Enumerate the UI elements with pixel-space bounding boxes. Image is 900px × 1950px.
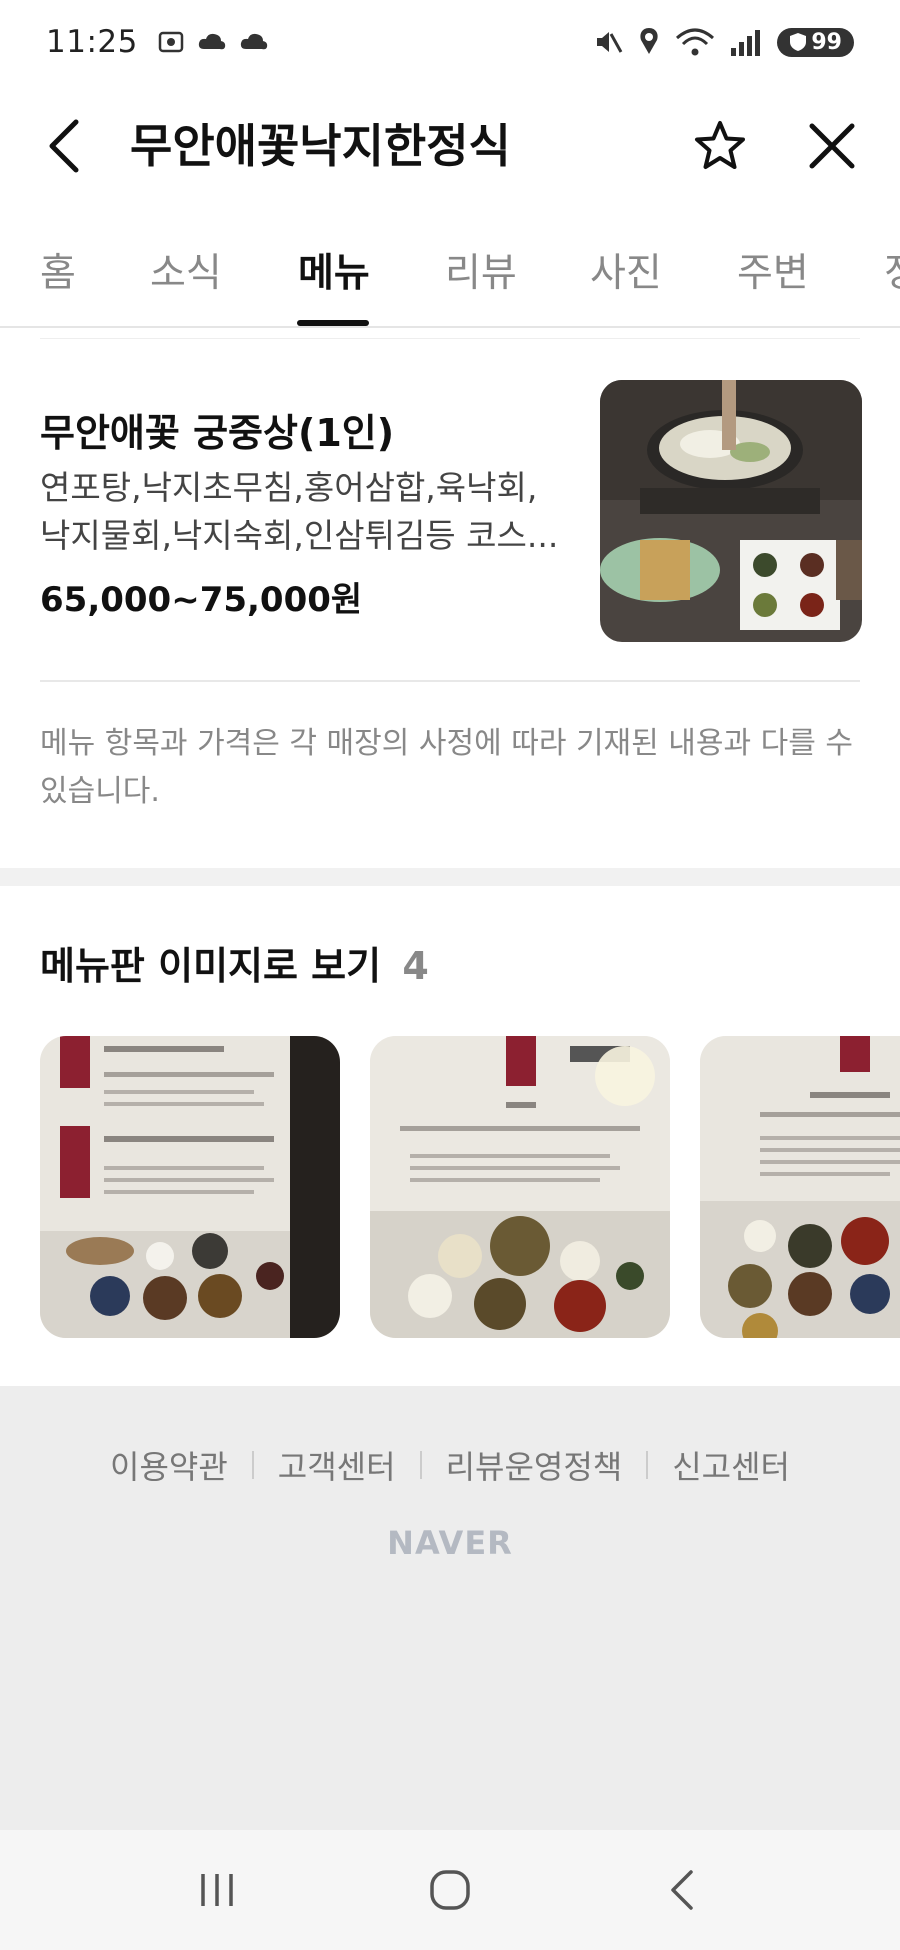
star-icon (695, 121, 745, 169)
signal-icon (731, 30, 761, 56)
weather-icon-2 (240, 33, 268, 50)
menu-board-photo (700, 1036, 900, 1338)
tab-news[interactable]: 소식 (150, 242, 222, 298)
battery-shield-icon (790, 33, 807, 51)
footer-link-terms[interactable]: 이용약관 (86, 1442, 252, 1488)
footer: 이용약관 고객센터 리뷰운영정책 신고센터 NAVER (0, 1386, 900, 1830)
tab-nearby[interactable]: 주변 (737, 242, 809, 298)
tab-home[interactable]: 홈 (40, 242, 76, 298)
menu-board-photo (40, 1036, 340, 1338)
menu-board-photo (370, 1036, 670, 1338)
section-separator (0, 868, 900, 886)
menu-board-count: 4 (402, 944, 429, 988)
divider (40, 680, 860, 682)
location-icon (640, 28, 658, 54)
chevron-left-icon (671, 1870, 694, 1910)
status-time: 11:25 (46, 24, 138, 60)
footer-links: 이용약관 고객센터 리뷰운영정책 신고센터 (0, 1442, 900, 1488)
favorite-button[interactable] (690, 116, 750, 176)
battery-level: 99 (811, 29, 842, 55)
menu-item-price: 65,000~75,000원 (40, 580, 363, 620)
menu-item[interactable]: 무안애꽃 궁중상(1인) 연포탕,낙지초무침,홍어삼합,육낙회,낙지물회,낙지숙… (40, 378, 862, 642)
status-right: 99 (591, 26, 854, 58)
battery-indicator: 99 (777, 27, 854, 57)
footer-link-customer-center[interactable]: 고객센터 (254, 1442, 420, 1488)
home-icon (430, 1870, 470, 1910)
mute-icon (597, 32, 623, 53)
status-notification-icons (156, 27, 270, 57)
chevron-left-icon (49, 119, 79, 173)
menu-item-description: 연포탕,낙지초무침,홍어삼합,육낙회,낙지물회,낙지숙회,인삼튀김등 코스... (40, 468, 559, 555)
menu-board-carousel[interactable] (40, 1036, 900, 1338)
tab-menu[interactable]: 메뉴 (298, 242, 370, 298)
naver-logo[interactable]: NAVER (0, 1524, 900, 1562)
food-photo-image (600, 380, 862, 642)
close-icon (809, 123, 855, 169)
menu-board-image[interactable] (700, 1036, 900, 1338)
status-left: 11:25 (46, 24, 270, 60)
footer-link-report-center[interactable]: 신고센터 (648, 1442, 814, 1488)
status-bar: 11:25 99 (0, 0, 900, 84)
menu-item-photo[interactable] (600, 380, 862, 642)
back-button[interactable] (36, 114, 92, 178)
price-notice: 메뉴 항목과 가격은 각 매장의 사정에 따라 기재된 내용과 다를 수 있습니… (40, 726, 853, 809)
recent-apps-icon (200, 1874, 233, 1906)
weather-icon (198, 33, 226, 50)
menu-board-image[interactable] (370, 1036, 670, 1338)
system-back-button[interactable] (643, 1850, 723, 1930)
active-tab-indicator (297, 320, 369, 326)
screenshot-icon (158, 31, 184, 53)
close-button[interactable] (802, 116, 862, 176)
menu-board-image[interactable] (40, 1036, 340, 1338)
tab-reviews[interactable]: 리뷰 (445, 242, 517, 298)
divider (40, 338, 860, 339)
recent-apps-button[interactable] (177, 1850, 257, 1930)
tab-info[interactable]: 정 (884, 242, 900, 298)
menu-item-name: 무안애꽃 궁중상(1인) (40, 411, 395, 455)
menu-board-heading: 메뉴판 이미지로 보기 (40, 944, 382, 988)
system-nav-bar (0, 1830, 900, 1950)
home-button[interactable] (410, 1850, 490, 1930)
tab-photos[interactable]: 사진 (590, 242, 662, 298)
footer-link-review-policy[interactable]: 리뷰운영정책 (422, 1442, 647, 1488)
app-header: 무안애꽃낙지한정식 (0, 84, 900, 208)
page-title: 무안애꽃낙지한정식 (130, 119, 511, 173)
menu-board-title: 메뉴판 이미지로 보기 4 (40, 935, 429, 990)
wifi-icon (676, 28, 715, 56)
tab-bar: 홈 소식 메뉴 리뷰 사진 주변 정 (0, 230, 900, 328)
